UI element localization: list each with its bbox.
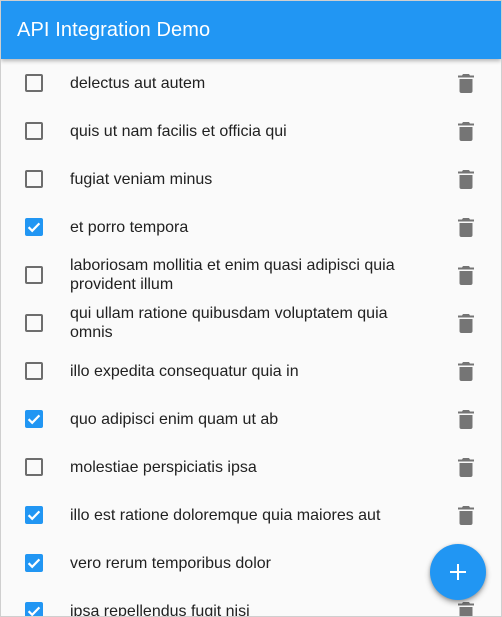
delete-todo-button[interactable] — [452, 261, 480, 289]
todo-title: et porro tempora — [70, 218, 189, 236]
delete-todo-button[interactable] — [452, 453, 480, 481]
list-item[interactable]: laboriosam mollitia et enim quasi adipis… — [1, 251, 501, 299]
checkmark-icon — [27, 414, 41, 425]
todo-title: qui ullam ratione quibusdam voluptatem q… — [70, 305, 388, 341]
list-item[interactable]: et porro tempora — [1, 203, 501, 251]
todo-list[interactable]: delectus aut autem quis ut nam facilis et… — [1, 59, 501, 616]
delete-todo-button[interactable] — [452, 165, 480, 193]
todo-checkbox[interactable] — [25, 362, 43, 380]
trash-icon — [458, 73, 474, 93]
todo-checkbox[interactable] — [25, 170, 43, 188]
todo-checkbox[interactable] — [25, 266, 43, 284]
todo-title: vero rerum temporibus dolor — [70, 554, 271, 572]
todo-title: illo expedita consequatur quia in — [70, 362, 299, 380]
app-window: API Integration Demo delectus aut autem q… — [0, 0, 502, 617]
todo-title: delectus aut autem — [70, 74, 206, 92]
trash-icon — [458, 505, 474, 525]
checkmark-icon — [27, 510, 41, 521]
todo-checkbox[interactable] — [25, 554, 43, 572]
delete-todo-button[interactable] — [452, 117, 480, 145]
delete-todo-button[interactable] — [452, 357, 480, 385]
app-bar: API Integration Demo — [1, 1, 501, 59]
todo-checkbox[interactable] — [25, 314, 43, 332]
add-todo-button[interactable] — [430, 544, 486, 600]
todo-title: illo est ratione doloremque quia maiores… — [70, 506, 381, 524]
list-item[interactable]: quo adipisci enim quam ut ab — [1, 395, 501, 443]
todo-title: laboriosam mollitia et enim quasi adipis… — [70, 257, 395, 293]
todo-checkbox[interactable] — [25, 458, 43, 476]
todo-checkbox[interactable] — [25, 122, 43, 140]
todo-title: fugiat veniam minus — [70, 170, 213, 188]
trash-icon — [458, 121, 474, 141]
todo-title: quis ut nam facilis et officia qui — [70, 122, 287, 140]
todo-title: quo adipisci enim quam ut ab — [70, 410, 279, 428]
delete-todo-button[interactable] — [452, 501, 480, 529]
trash-icon — [458, 169, 474, 189]
delete-todo-button[interactable] — [452, 405, 480, 433]
page-title: API Integration Demo — [17, 18, 211, 41]
trash-icon — [458, 313, 474, 333]
todo-checkbox[interactable] — [25, 602, 43, 616]
plus-icon — [450, 564, 466, 580]
list-item[interactable]: ipsa repellendus fugit nisi — [1, 587, 501, 616]
todo-title: ipsa repellendus fugit nisi — [70, 602, 250, 617]
delete-todo-button[interactable] — [452, 213, 480, 241]
delete-todo-button[interactable] — [452, 69, 480, 97]
checkmark-icon — [27, 222, 41, 233]
checkmark-icon — [27, 558, 41, 569]
trash-icon — [458, 409, 474, 429]
trash-icon — [458, 457, 474, 477]
trash-icon — [458, 361, 474, 381]
trash-icon — [458, 217, 474, 237]
checkmark-icon — [27, 606, 41, 616]
list-item[interactable]: fugiat veniam minus — [1, 155, 501, 203]
list-item[interactable]: qui ullam ratione quibusdam voluptatem q… — [1, 299, 501, 347]
list-item[interactable]: quis ut nam facilis et officia qui — [1, 107, 501, 155]
list-item[interactable]: delectus aut autem — [1, 59, 501, 107]
todo-checkbox[interactable] — [25, 410, 43, 428]
todo-checkbox[interactable] — [25, 218, 43, 236]
list-item[interactable]: illo est ratione doloremque quia maiores… — [1, 491, 501, 539]
list-item[interactable]: vero rerum temporibus dolor — [1, 539, 501, 587]
list-item[interactable]: molestiae perspiciatis ipsa — [1, 443, 501, 491]
todo-title: molestiae perspiciatis ipsa — [70, 458, 257, 476]
delete-todo-button[interactable] — [452, 309, 480, 337]
list-item[interactable]: illo expedita consequatur quia in — [1, 347, 501, 395]
trash-icon — [458, 265, 474, 285]
trash-icon — [458, 601, 474, 616]
todo-checkbox[interactable] — [25, 74, 43, 92]
todo-checkbox[interactable] — [25, 506, 43, 524]
